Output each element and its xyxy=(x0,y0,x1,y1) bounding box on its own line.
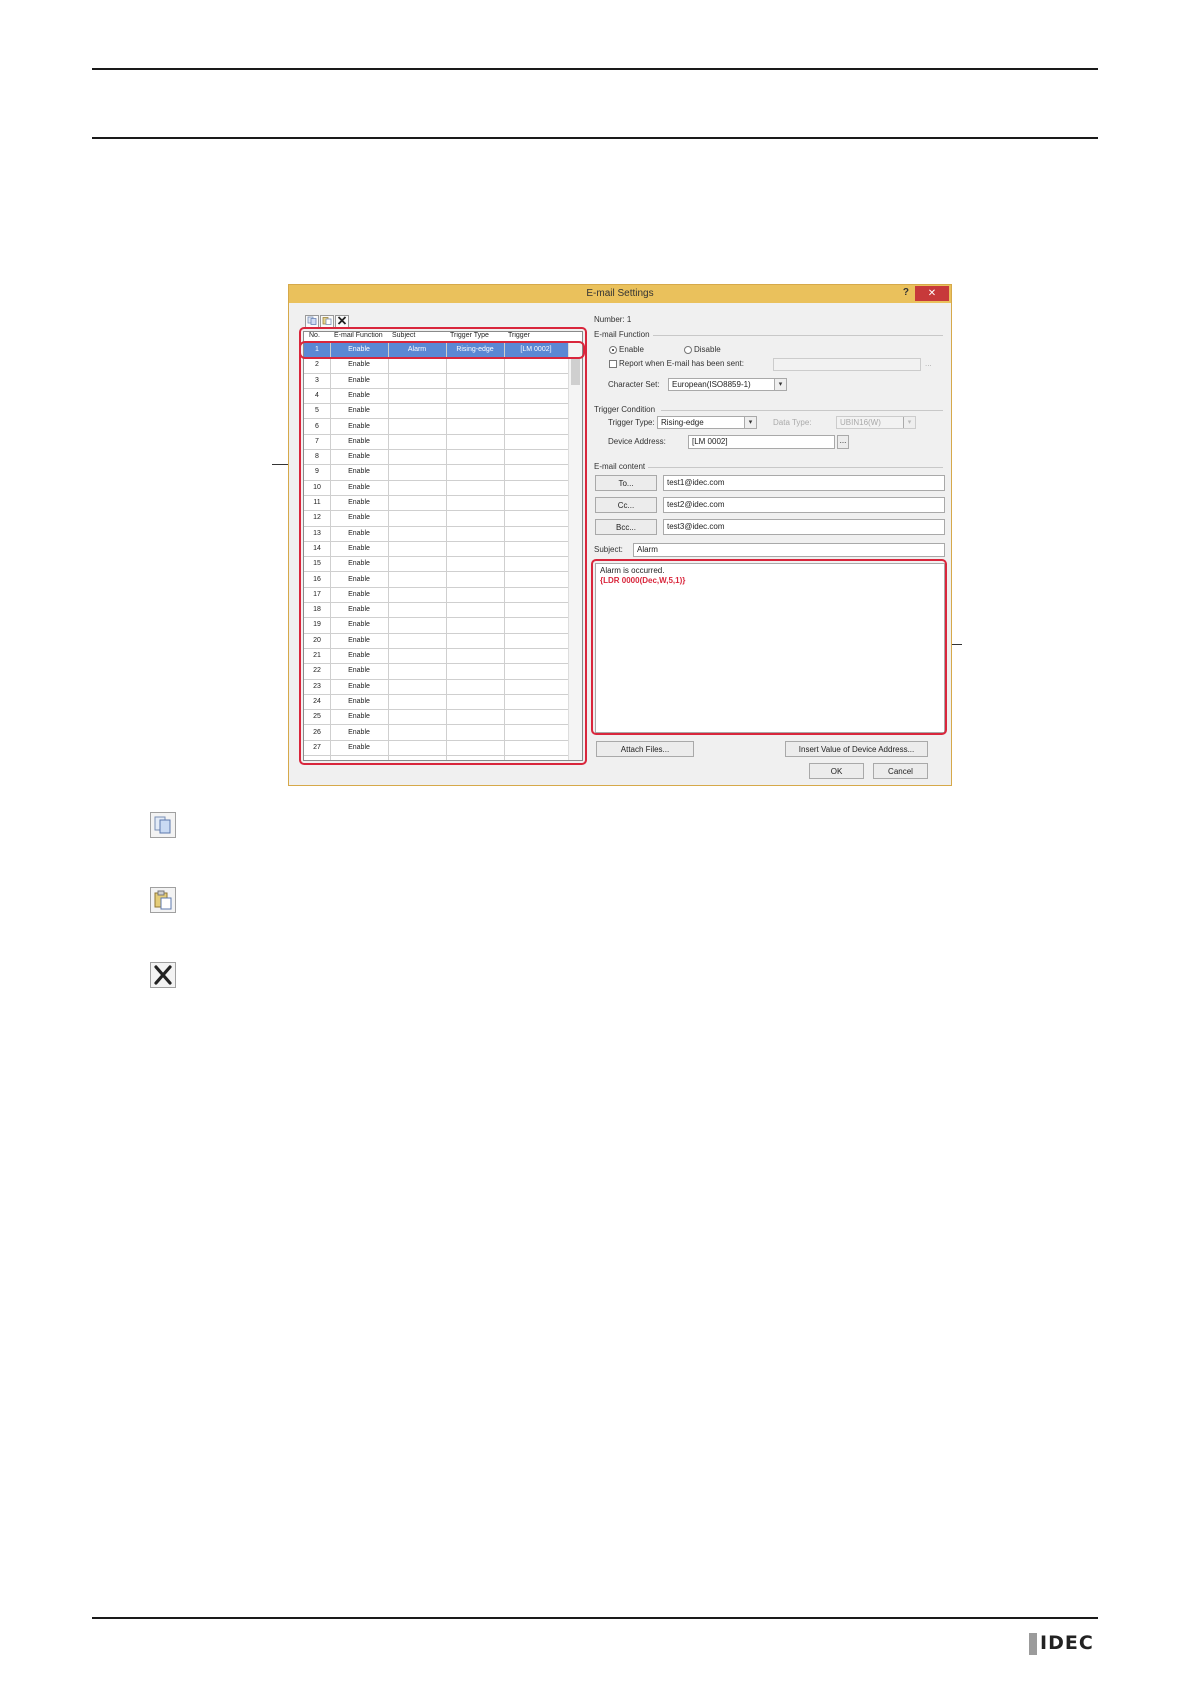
bcc-button[interactable]: Bcc... xyxy=(595,519,657,535)
trigger-type-select[interactable]: Rising-edge ▾ xyxy=(657,416,757,429)
logo-mark xyxy=(1029,1633,1037,1655)
ok-button[interactable]: OK xyxy=(809,763,864,779)
close-button[interactable]: ✕ xyxy=(915,286,949,301)
subject-field[interactable]: Alarm xyxy=(633,543,945,557)
selected-row-highlight xyxy=(299,341,585,359)
device-address-label: Device Address: xyxy=(608,437,666,446)
message-highlight-box xyxy=(591,559,947,735)
dialog-titlebar: E-mail Settings ? ✕ xyxy=(289,285,951,303)
attach-files-button[interactable]: Attach Files... xyxy=(596,741,694,757)
enable-label: Enable xyxy=(619,345,644,354)
footer-rule xyxy=(92,1617,1098,1619)
enable-radio[interactable] xyxy=(609,346,617,354)
charset-select[interactable]: European(ISO8859-1) ▾ xyxy=(668,378,787,391)
number-label: Number: 1 xyxy=(594,315,632,324)
header-rule-top xyxy=(92,68,1098,70)
delete-icon xyxy=(150,962,176,988)
report-address-field xyxy=(773,358,921,371)
cc-button[interactable]: Cc... xyxy=(595,497,657,513)
paste-icon xyxy=(322,317,332,325)
help-button[interactable]: ? xyxy=(903,287,909,298)
charset-label: Character Set: xyxy=(608,380,660,389)
section-divider xyxy=(661,410,943,411)
paste-icon xyxy=(150,887,176,913)
section-divider xyxy=(648,467,943,468)
header-rule-bottom xyxy=(92,137,1098,139)
insert-device-value-button[interactable]: Insert Value of Device Address... xyxy=(785,741,928,757)
report-checkbox[interactable] xyxy=(609,360,617,368)
dialog-body: No. E-mail Function Subject Trigger Type… xyxy=(293,303,947,781)
cancel-button[interactable]: Cancel xyxy=(873,763,928,779)
bcc-field[interactable]: test3@idec.com xyxy=(663,519,945,535)
trigger-condition-section: Trigger Condition xyxy=(594,405,656,414)
grid-highlight-box xyxy=(299,327,587,765)
email-function-section: E-mail Function xyxy=(594,330,650,339)
chevron-down-icon: ▾ xyxy=(744,417,756,428)
email-settings-dialog: E-mail Settings ? ✕ No. E-mail Function … xyxy=(288,284,952,786)
copy-icon xyxy=(307,316,317,325)
report-browse-button[interactable]: ... xyxy=(925,359,932,368)
email-content-section: E-mail content xyxy=(594,462,646,471)
data-type-select: UBIN16(W) ▾ xyxy=(836,416,916,429)
dialog-title: E-mail Settings xyxy=(586,288,654,299)
chevron-down-icon: ▾ xyxy=(903,417,915,428)
delete-icon xyxy=(337,316,347,325)
disable-label: Disable xyxy=(694,345,721,354)
device-browse-button[interactable]: ... xyxy=(837,435,849,449)
to-button[interactable]: To... xyxy=(595,475,657,491)
subject-label: Subject: xyxy=(594,545,623,554)
device-address-field[interactable]: [LM 0002] xyxy=(688,435,835,449)
copy-icon xyxy=(150,812,176,838)
chevron-down-icon: ▾ xyxy=(774,379,786,390)
logo-text: IDEC xyxy=(1040,1632,1094,1654)
to-field[interactable]: test1@idec.com xyxy=(663,475,945,491)
data-type-label: Data Type: xyxy=(773,418,812,427)
report-label: Report when E-mail has been sent: xyxy=(619,359,744,368)
section-divider xyxy=(653,335,943,336)
disable-radio[interactable] xyxy=(684,346,692,354)
cc-field[interactable]: test2@idec.com xyxy=(663,497,945,513)
trigger-type-label: Trigger Type: xyxy=(608,418,655,427)
